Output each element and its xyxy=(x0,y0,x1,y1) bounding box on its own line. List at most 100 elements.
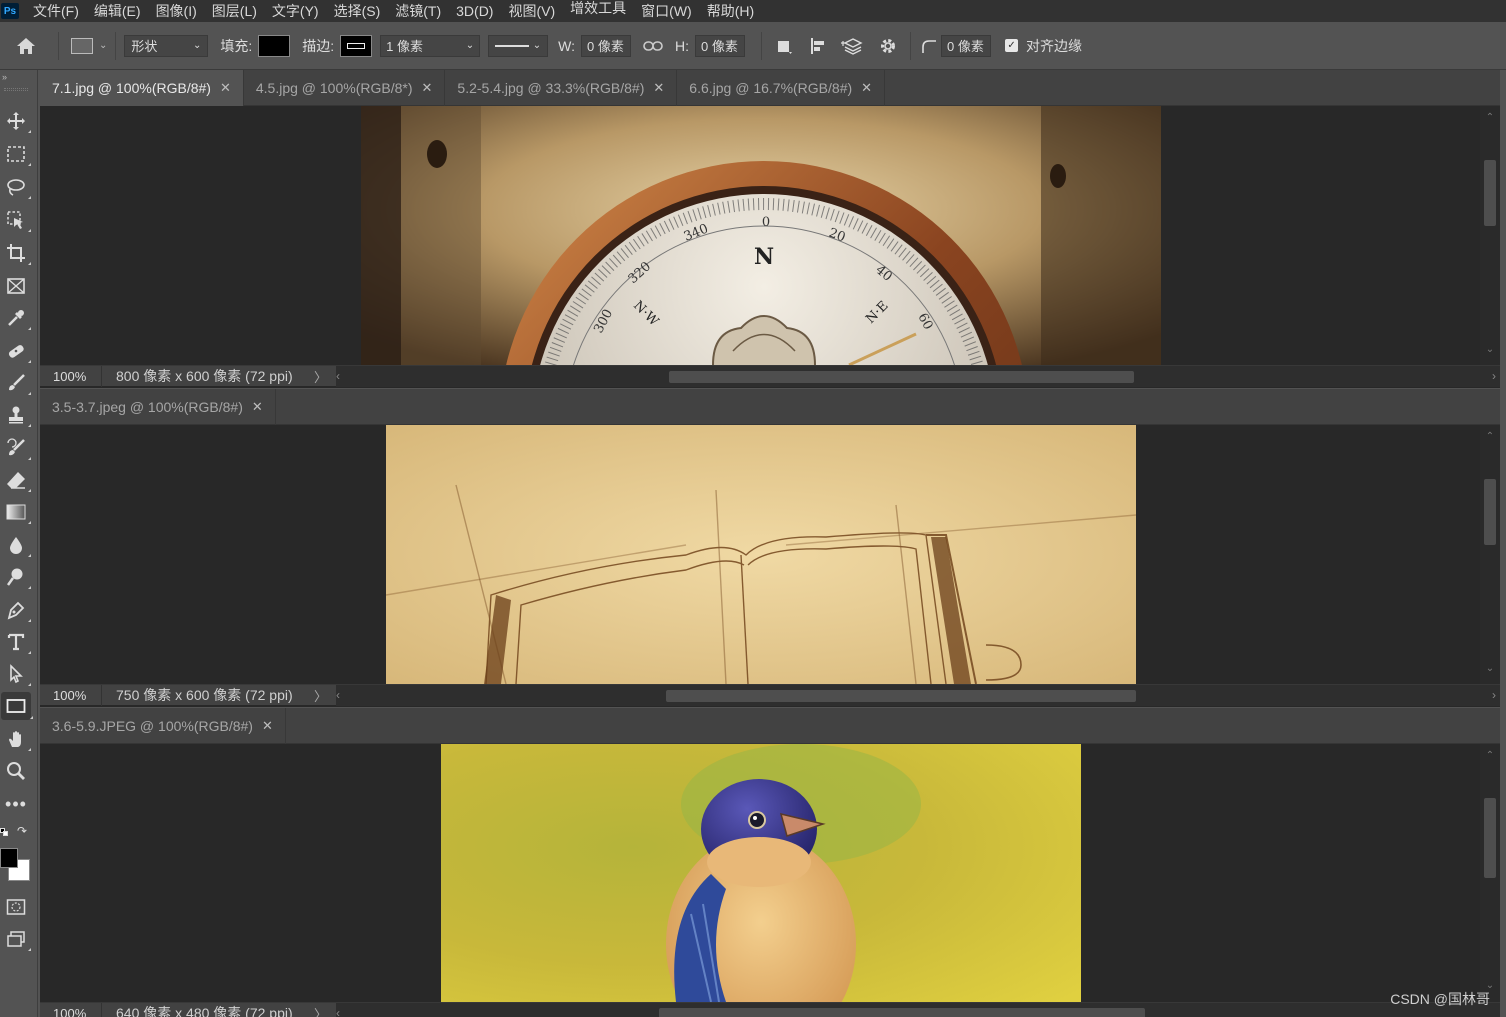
scroll-left-icon[interactable]: ‹ xyxy=(336,688,340,702)
dodge-tool[interactable] xyxy=(3,564,31,590)
vertical-scrollbar[interactable]: ⌃ ⌄ xyxy=(1480,425,1500,684)
fill-swatch[interactable] xyxy=(258,34,291,57)
menu-image[interactable]: 图像(I) xyxy=(156,1,197,21)
stroke-swatch[interactable] xyxy=(340,34,373,57)
blur-tool[interactable] xyxy=(3,532,31,558)
scrollbar-thumb[interactable] xyxy=(1484,160,1496,226)
screen-mode-button[interactable] xyxy=(3,926,31,952)
zoom-level[interactable]: 100% xyxy=(40,365,102,387)
tool-mode-dropdown[interactable]: 形状 ⌄ xyxy=(124,34,209,57)
close-icon[interactable]: ✕ xyxy=(252,399,263,415)
pen-tool[interactable] xyxy=(3,597,31,623)
document-canvas[interactable] xyxy=(40,744,1480,1002)
align-edges-label[interactable]: 对齐边缘 xyxy=(1026,36,1082,56)
crop-tool[interactable] xyxy=(3,240,31,266)
close-icon[interactable]: ✕ xyxy=(422,80,433,96)
scroll-left-icon[interactable]: ‹ xyxy=(336,1006,340,1017)
horizontal-scrollbar[interactable]: ‹ xyxy=(336,1002,1500,1017)
menu-edit[interactable]: 编辑(E) xyxy=(94,1,141,21)
horizontal-scrollbar[interactable]: ‹ › xyxy=(336,684,1500,706)
menu-layer[interactable]: 图层(L) xyxy=(212,1,257,21)
default-colors-icon[interactable] xyxy=(0,828,8,836)
stroke-type-dropdown[interactable]: ⌄ xyxy=(488,34,549,57)
hand-tool[interactable] xyxy=(3,726,31,752)
horizontal-scrollbar[interactable]: ‹ › xyxy=(336,365,1500,387)
more-tools-button[interactable]: ••• xyxy=(3,791,29,817)
scrollbar-thumb[interactable] xyxy=(1484,798,1496,878)
menu-plugins[interactable]: 增效工具 xyxy=(570,0,626,18)
width-field[interactable]: 0 像素 xyxy=(581,34,632,57)
chevron-down-icon[interactable]: ⌄ xyxy=(466,40,474,51)
foreground-color-swatch[interactable] xyxy=(0,848,18,868)
scrollbar-thumb[interactable] xyxy=(659,1007,1145,1017)
document-tab[interactable]: 3.6-5.9.JPEG @ 100%(RGB/8#) ✕ xyxy=(40,708,286,744)
scroll-up-icon[interactable]: ⌃ xyxy=(1480,112,1500,123)
eraser-tool[interactable] xyxy=(3,467,31,493)
document-tab[interactable]: 6.6.jpg @ 16.7%(RGB/8#) ✕ xyxy=(677,70,886,106)
document-tab[interactable]: 5.2-5.4.jpg @ 33.3%(RGB/8#) ✕ xyxy=(445,70,678,106)
document-canvas[interactable]: 0 20 340 40 320 N N·W N·E 300 60 xyxy=(40,106,1480,365)
menu-help[interactable]: 帮助(H) xyxy=(707,1,754,21)
type-tool[interactable] xyxy=(3,629,31,655)
object-select-tool[interactable] xyxy=(3,207,31,233)
scroll-down-icon[interactable]: ⌄ xyxy=(1480,663,1500,674)
scroll-right-icon[interactable]: › xyxy=(1492,369,1496,383)
scrollbar-thumb[interactable] xyxy=(1484,479,1496,545)
menu-3d[interactable]: 3D(D) xyxy=(456,3,493,19)
menu-window[interactable]: 窗口(W) xyxy=(641,1,692,21)
menu-select[interactable]: 选择(S) xyxy=(334,1,381,21)
toolbar-collapse-icon[interactable]: » xyxy=(2,72,7,82)
stroke-width-field[interactable]: 1 像素 ⌄ xyxy=(380,34,481,57)
path-operations-button[interactable] xyxy=(770,32,798,60)
stamp-tool[interactable] xyxy=(3,402,31,428)
info-menu-icon[interactable]: 〉 xyxy=(314,1004,336,1017)
path-select-tool[interactable] xyxy=(3,661,31,687)
align-edges-checkbox[interactable]: ✓ xyxy=(1005,39,1019,52)
frame-tool[interactable] xyxy=(3,273,29,299)
scroll-left-icon[interactable]: ‹ xyxy=(336,369,340,383)
zoom-level[interactable]: 100% xyxy=(40,684,102,706)
document-tab[interactable]: 4.5.jpg @ 100%(RGB/8*) ✕ xyxy=(244,70,446,106)
home-button[interactable] xyxy=(8,28,44,64)
document-tab[interactable]: 3.5-3.7.jpeg @ 100%(RGB/8#) ✕ xyxy=(40,389,276,425)
lasso-tool[interactable] xyxy=(3,174,31,200)
scroll-right-icon[interactable]: › xyxy=(1492,688,1496,702)
document-canvas[interactable] xyxy=(40,425,1480,684)
chevron-down-icon[interactable]: ⌄ xyxy=(99,40,107,51)
settings-button[interactable] xyxy=(874,32,902,60)
marquee-tool[interactable] xyxy=(3,141,31,167)
path-arrangement-button[interactable] xyxy=(838,32,866,60)
scrollbar-thumb[interactable] xyxy=(666,689,1136,702)
info-menu-icon[interactable]: 〉 xyxy=(314,686,336,705)
menu-type[interactable]: 文字(Y) xyxy=(272,1,319,21)
gradient-tool[interactable] xyxy=(3,499,31,525)
toolbar-grip[interactable] xyxy=(4,88,28,91)
corner-radius-field[interactable]: 0 像素 xyxy=(941,34,992,57)
link-dimensions-button[interactable] xyxy=(639,32,667,60)
close-icon[interactable]: ✕ xyxy=(861,80,872,96)
zoom-tool[interactable] xyxy=(3,758,29,784)
rectangle-tool[interactable] xyxy=(1,692,33,720)
vertical-scrollbar[interactable]: ⌃ ⌄ xyxy=(1480,106,1500,365)
scroll-up-icon[interactable]: ⌃ xyxy=(1480,750,1500,761)
scrollbar-thumb[interactable] xyxy=(669,370,1134,383)
history-brush-tool[interactable] xyxy=(3,435,31,461)
path-alignment-button[interactable] xyxy=(804,32,832,60)
brush-tool[interactable] xyxy=(3,370,31,396)
menu-view[interactable]: 视图(V) xyxy=(508,1,555,21)
info-menu-icon[interactable]: 〉 xyxy=(314,367,336,386)
eyedropper-tool[interactable] xyxy=(3,305,31,331)
close-icon[interactable]: ✕ xyxy=(262,718,273,734)
document-tab[interactable]: 7.1.jpg @ 100%(RGB/8#) ✕ xyxy=(40,70,244,106)
vertical-scrollbar[interactable]: ⌃ ⌄ xyxy=(1480,744,1500,1002)
close-icon[interactable]: ✕ xyxy=(653,80,664,96)
menu-file[interactable]: 文件(F) xyxy=(33,1,79,21)
close-icon[interactable]: ✕ xyxy=(220,80,231,96)
height-field[interactable]: 0 像素 xyxy=(695,34,746,57)
healing-brush-tool[interactable] xyxy=(3,338,31,364)
zoom-level[interactable]: 100% xyxy=(40,1002,102,1017)
move-tool[interactable] xyxy=(3,108,31,134)
menu-filter[interactable]: 滤镜(T) xyxy=(395,1,441,21)
swap-colors-icon[interactable]: ↷ xyxy=(17,824,27,838)
scroll-up-icon[interactable]: ⌃ xyxy=(1480,431,1500,442)
